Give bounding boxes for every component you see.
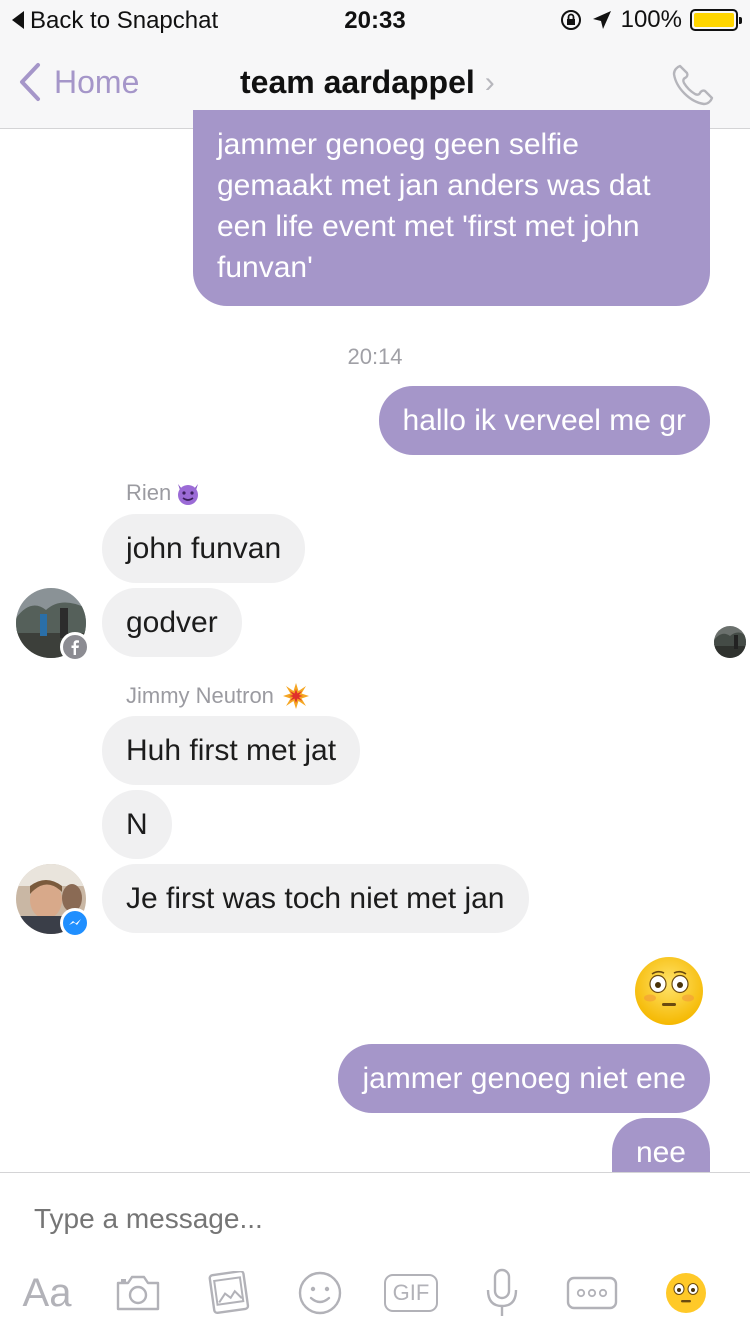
more-icon	[566, 1276, 618, 1310]
facebook-badge-icon	[60, 632, 90, 662]
message-bubble-outgoing[interactable]: jammer genoeg geen selfie gemaakt met ja…	[193, 110, 710, 306]
battery-percent: 100%	[620, 6, 682, 33]
status-bar: Back to Snapchat 20:33 100%	[0, 0, 750, 40]
sticker-button[interactable]	[296, 1265, 344, 1321]
message-line: gemaakt met jan anders was dat	[217, 169, 651, 202]
call-button[interactable]	[670, 62, 716, 113]
status-indicators: 100%	[559, 6, 742, 34]
flushed-face-emoji-icon	[635, 957, 703, 1025]
location-arrow-icon	[592, 11, 611, 29]
emoji-button[interactable]	[664, 1265, 708, 1321]
emoji-icon	[666, 1273, 706, 1313]
phone-icon	[672, 64, 714, 106]
microphone-icon	[486, 1268, 518, 1316]
messenger-badge-icon	[60, 908, 90, 938]
message-bubble-incoming[interactable]: Huh first met jat	[102, 716, 361, 785]
battery-icon	[690, 9, 742, 31]
message-bubble-incoming[interactable]: john funvan	[102, 514, 306, 583]
camera-icon	[116, 1275, 160, 1311]
message-bubble-outgoing[interactable]: jammer genoeg niet ene	[338, 1044, 710, 1113]
sender-name-text: Rien	[126, 480, 172, 505]
avatar[interactable]	[16, 864, 90, 938]
gallery-icon	[208, 1271, 250, 1315]
sender-name-text: Jimmy Neutron	[126, 683, 274, 708]
conversation-title[interactable]: team aardappel ›	[240, 64, 495, 101]
message-bubble-outgoing[interactable]: hallo ik verveel me gr	[378, 386, 710, 455]
sender-name: Jimmy Neutron	[126, 682, 310, 710]
avatar[interactable]	[16, 588, 90, 662]
message-bubble-incoming[interactable]: godver	[102, 588, 242, 657]
chevron-left-icon	[20, 63, 40, 101]
smiling-devil-emoji-icon	[178, 484, 199, 505]
sticker-icon	[298, 1271, 342, 1315]
composer-toolbar: Aa GIF	[0, 1265, 750, 1321]
voice-button[interactable]	[482, 1265, 522, 1321]
message-input[interactable]	[34, 1203, 714, 1235]
read-receipt-avatar	[714, 626, 746, 658]
text-format-button[interactable]: Aa	[20, 1265, 74, 1321]
gif-label: GIF	[392, 1280, 430, 1305]
gif-button[interactable]: GIF	[384, 1265, 438, 1321]
sender-name: Rien	[126, 480, 201, 506]
timestamp-divider: 20:14	[347, 344, 403, 369]
home-back-button[interactable]: Home	[18, 62, 139, 102]
more-button[interactable]	[566, 1265, 618, 1321]
composer: Aa GIF	[0, 1172, 750, 1334]
message-line: funvan'	[217, 251, 313, 284]
collision-emoji-icon	[282, 683, 309, 709]
message-bubble-incoming[interactable]: N	[102, 790, 172, 859]
camera-button[interactable]	[110, 1265, 166, 1321]
message-line: een life event met 'first met john	[217, 210, 640, 243]
rotation-lock-icon	[560, 10, 581, 30]
gallery-button[interactable]	[204, 1265, 254, 1321]
conversation-title-text: team aardappel	[240, 64, 475, 100]
chevron-right-icon: ›	[484, 65, 495, 99]
message-bubble-incoming[interactable]: Je first was toch niet met jan	[102, 864, 529, 933]
message-line: jammer genoeg geen selfie	[217, 128, 579, 161]
home-back-label: Home	[54, 63, 140, 100]
gif-icon: GIF	[384, 1274, 438, 1312]
emoji-message[interactable]	[634, 956, 704, 1031]
